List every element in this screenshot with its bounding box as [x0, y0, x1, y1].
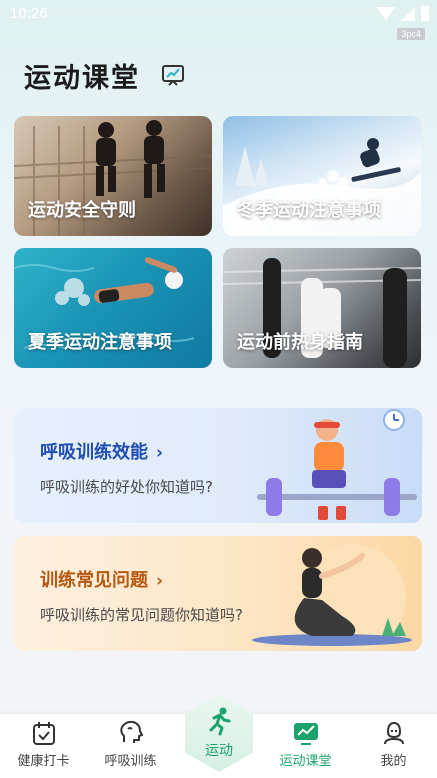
banner-training-faq[interactable]: 训练常见问题 › 呼吸训练的常见问题你知道吗?	[14, 536, 422, 651]
banner-title: 训练常见问题 ›	[40, 570, 164, 591]
status-icons	[377, 6, 429, 21]
card-winter-sports[interactable]: 冬季运动注意事项	[223, 116, 421, 236]
nav-label: 健康打卡	[17, 754, 70, 769]
banner-breathing-benefits[interactable]: 呼吸训练效能 › 呼吸训练的好处你知道吗?	[14, 408, 422, 523]
card-summer-sports[interactable]: 夏季运动注意事项	[14, 248, 212, 368]
chevron-right-icon: ›	[156, 443, 164, 463]
chart-board-icon	[293, 723, 318, 745]
nav-label: 我的	[380, 754, 407, 769]
nav-profile[interactable]: 我的	[350, 714, 437, 778]
profile-icon	[383, 721, 404, 745]
nav-sport-classroom[interactable]: 运动课堂	[262, 714, 349, 778]
card-label: 夏季运动注意事项	[28, 332, 172, 353]
banner-title: 呼吸训练效能 ›	[40, 442, 164, 463]
wifi-icon	[377, 6, 395, 21]
device-tag: 3pc4	[397, 28, 425, 40]
card-label: 运动前热身指南	[237, 332, 363, 353]
nav-label: 运动	[205, 743, 233, 759]
battery-icon	[421, 6, 429, 21]
weightlifter-illustration	[257, 409, 417, 520]
card-sport-safety[interactable]: 运动安全守则	[14, 116, 212, 236]
status-bar: 10:26 3pc4	[0, 0, 437, 40]
status-time: 10:26	[10, 5, 48, 22]
banner-subtitle: 呼吸训练的好处你知道吗?	[40, 478, 213, 496]
nav-health-checkin[interactable]: 健康打卡	[0, 714, 87, 778]
yoga-illustration	[252, 544, 412, 651]
head-breath-icon	[119, 720, 143, 743]
nav-label: 运动课堂	[279, 754, 332, 769]
card-label: 运动安全守则	[28, 200, 136, 221]
chevron-right-icon: ›	[156, 571, 164, 591]
nav-breathing-training[interactable]: 呼吸训练	[87, 714, 174, 778]
nav-sport-center[interactable]: 运动	[185, 694, 253, 772]
checkin-icon	[32, 722, 55, 745]
nav-label: 呼吸训练	[104, 754, 157, 769]
card-warmup-guide[interactable]: 运动前热身指南	[223, 248, 421, 368]
signal-icon	[401, 6, 415, 21]
classroom-board-icon	[160, 64, 186, 90]
card-label: 冬季运动注意事项	[237, 200, 381, 221]
running-icon	[209, 707, 231, 736]
banner-subtitle: 呼吸训练的常见问题你知道吗?	[40, 606, 243, 624]
page-title: 运动课堂	[24, 63, 140, 94]
